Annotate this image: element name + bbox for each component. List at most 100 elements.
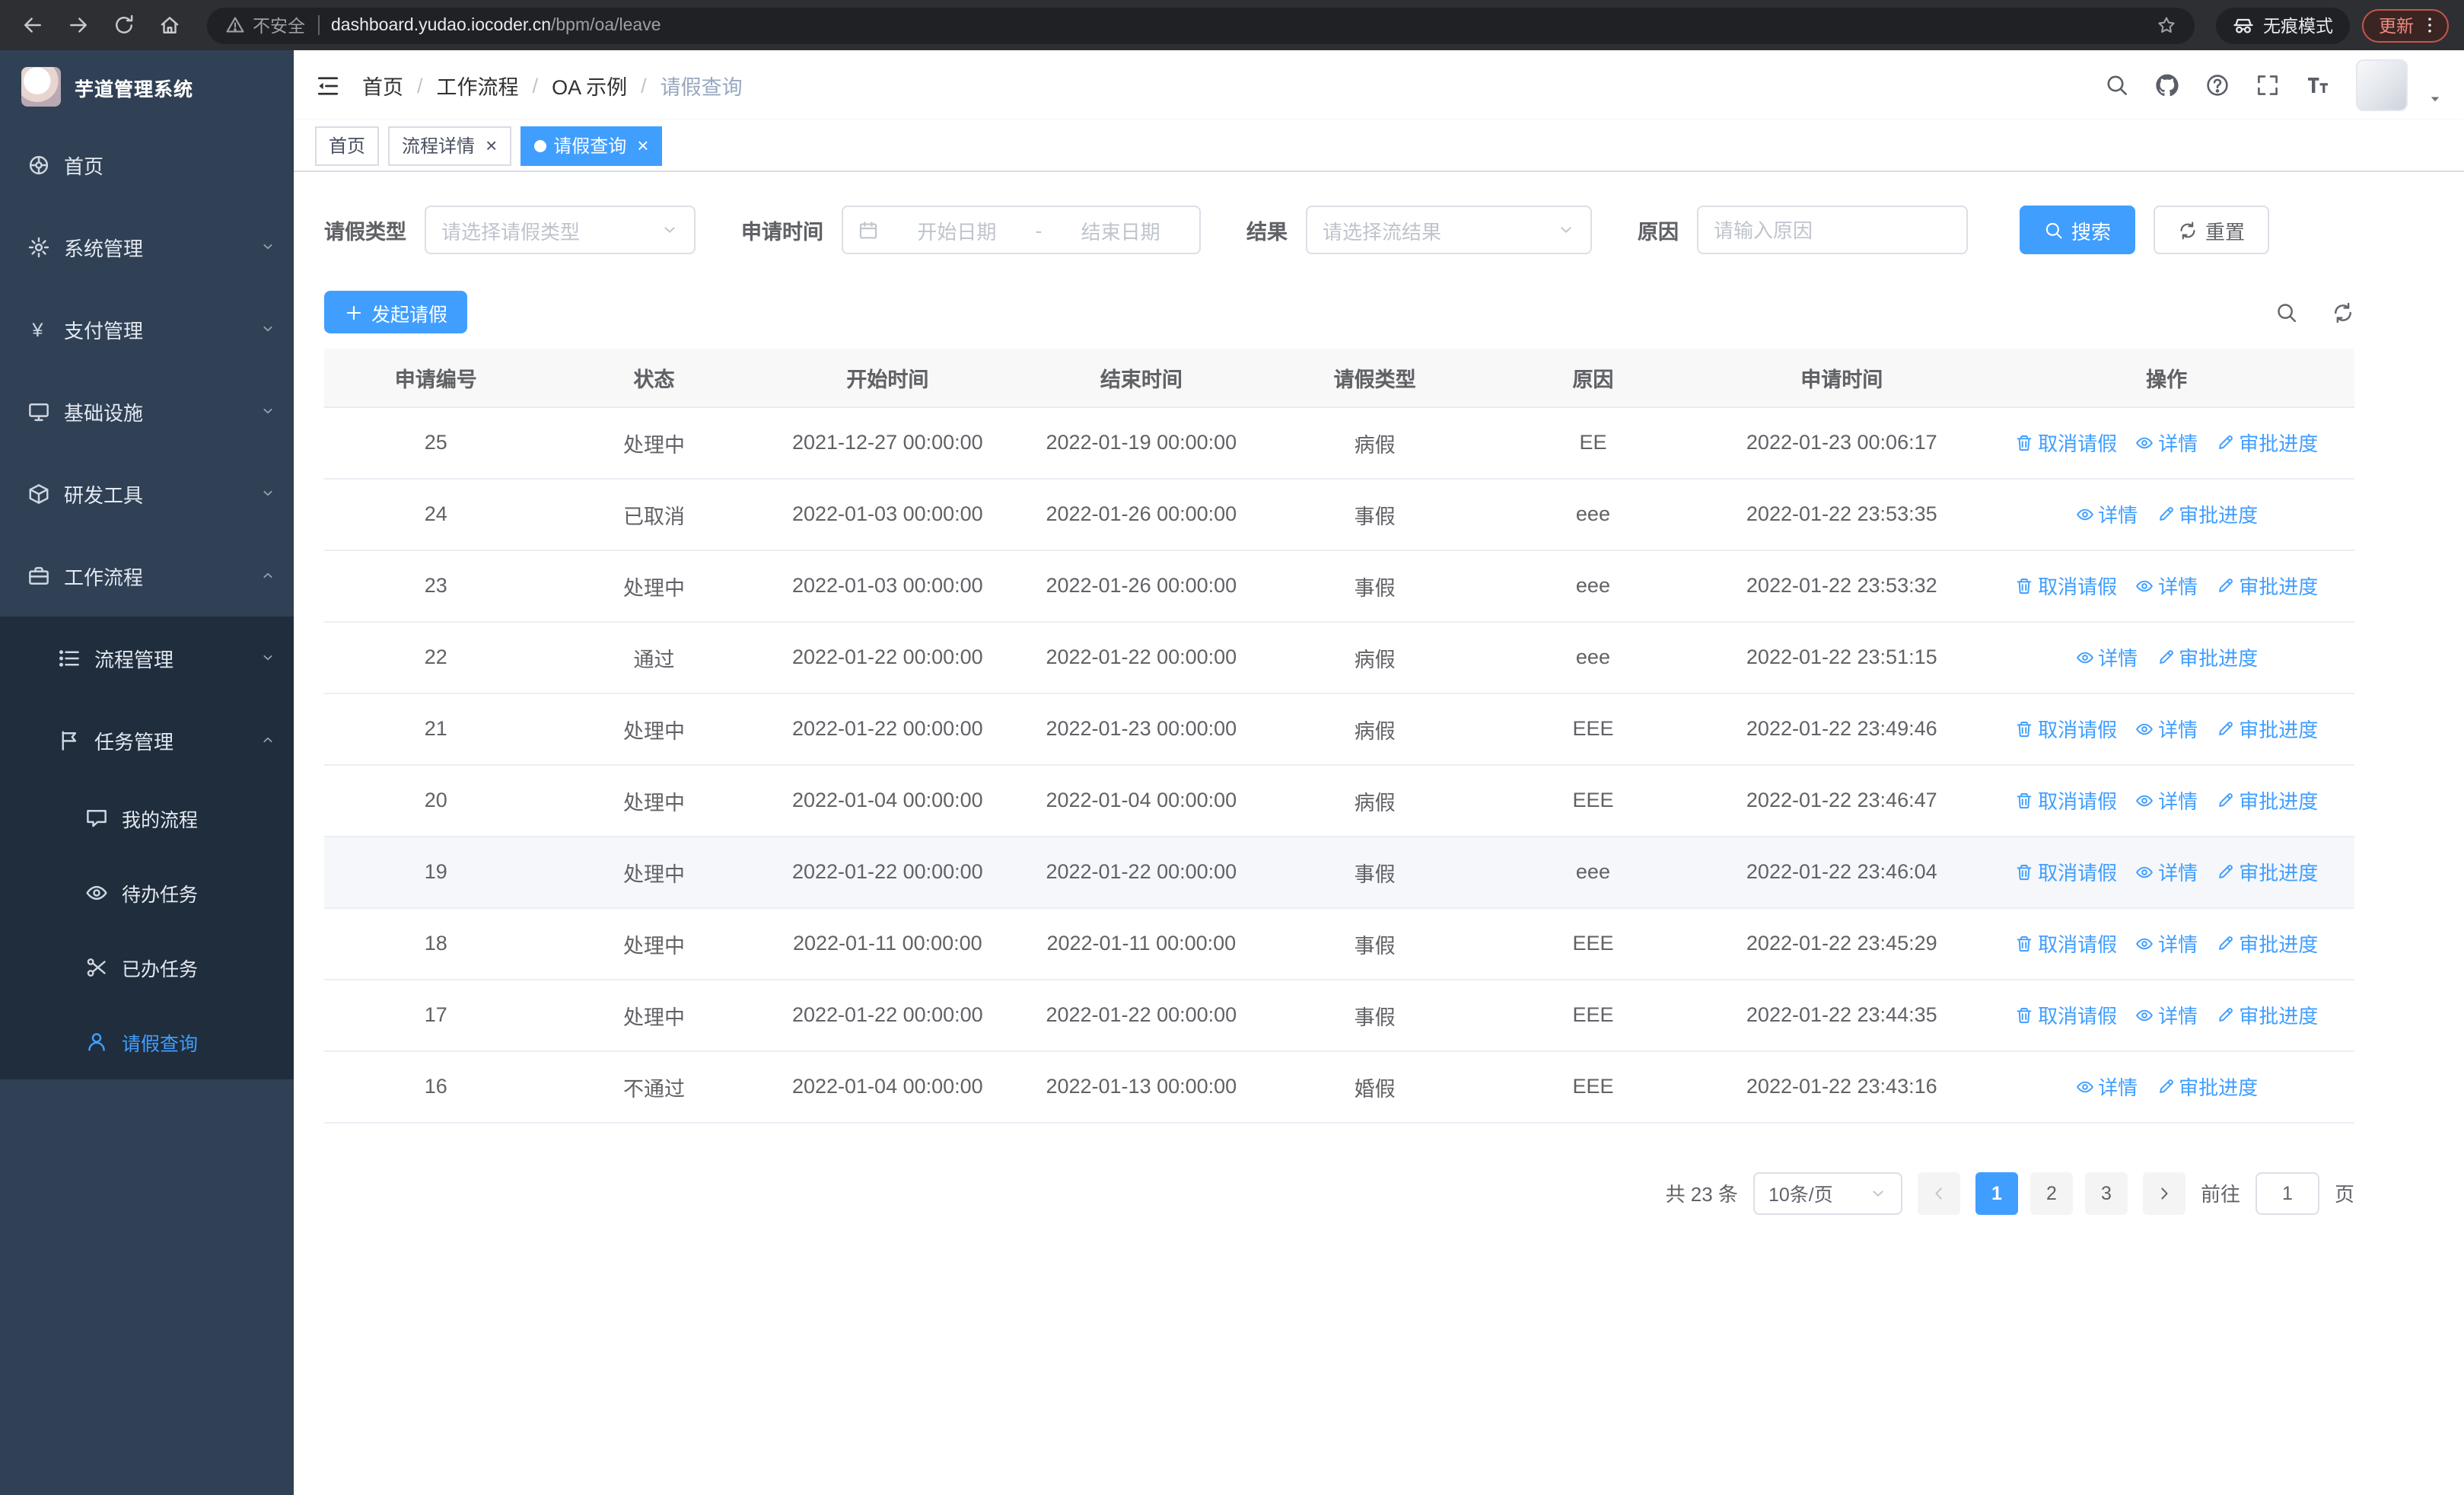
- page-1-button[interactable]: 1: [1975, 1171, 2018, 1214]
- gear-icon: [27, 235, 50, 258]
- action-detail[interactable]: 详情: [2135, 714, 2198, 743]
- action-label: 详情: [2158, 575, 2198, 598]
- sidebar-item-process-mgmt[interactable]: 流程管理: [0, 617, 294, 699]
- action-progress[interactable]: 审批进度: [2156, 1072, 2258, 1101]
- update-button[interactable]: 更新: [2362, 8, 2449, 42]
- edit-icon: [2156, 1077, 2174, 1095]
- tab-close-icon[interactable]: ×: [637, 135, 648, 155]
- user-avatar[interactable]: [2356, 59, 2408, 111]
- sidebar-item-payment[interactable]: ¥ 支付管理: [0, 288, 294, 370]
- breadcrumb-item[interactable]: 首页: [362, 70, 403, 100]
- action-progress[interactable]: 审批进度: [2156, 642, 2258, 671]
- action-detail[interactable]: 详情: [2135, 1000, 2198, 1029]
- tab-home[interactable]: 首页: [315, 126, 380, 165]
- action-label: 详情: [2158, 432, 2198, 455]
- action-cancel[interactable]: 取消请假: [2015, 1000, 2117, 1029]
- sidebar-item-todo-tasks[interactable]: 待办任务: [0, 856, 294, 930]
- apply-time-range-picker[interactable]: 开始日期 - 结束日期: [842, 206, 1201, 254]
- action-detail[interactable]: 详情: [2075, 499, 2138, 528]
- forward-icon[interactable]: [61, 8, 94, 42]
- goto-suffix: 页: [2334, 1183, 2354, 1206]
- sidebar-toggle-icon[interactable]: [315, 72, 341, 98]
- cell-actions: 取消请假 详情 审批进度: [1979, 836, 2354, 908]
- action-detail[interactable]: 详情: [2135, 786, 2198, 814]
- breadcrumb-item[interactable]: OA 示例: [552, 70, 627, 100]
- action-detail[interactable]: 详情: [2135, 571, 2198, 600]
- bookmark-star-icon[interactable]: [2157, 15, 2176, 35]
- action-progress[interactable]: 审批进度: [2216, 428, 2318, 457]
- sidebar-item-infra[interactable]: 基础设施: [0, 370, 294, 452]
- page-3-button[interactable]: 3: [2084, 1171, 2128, 1214]
- action-progress[interactable]: 审批进度: [2216, 714, 2318, 743]
- header-search-icon[interactable]: [2105, 73, 2129, 97]
- divider: [317, 15, 319, 35]
- trash-icon: [2015, 934, 2033, 952]
- page-2-button[interactable]: 2: [2029, 1171, 2073, 1214]
- apply-time-field: 申请时间 开始日期 - 结束日期: [741, 206, 1201, 254]
- action-progress[interactable]: 审批进度: [2216, 571, 2318, 600]
- caret-down-icon[interactable]: [2427, 91, 2443, 107]
- font-size-icon[interactable]: [2306, 73, 2330, 97]
- docs-icon[interactable]: [2205, 73, 2230, 97]
- sidebar-item-done-tasks[interactable]: 已办任务: [0, 930, 294, 1005]
- action-progress[interactable]: 审批进度: [2216, 786, 2318, 814]
- logo[interactable]: 芋道管理系统: [0, 50, 294, 123]
- action-detail[interactable]: 详情: [2075, 1072, 2138, 1101]
- action-cancel[interactable]: 取消请假: [2015, 428, 2117, 457]
- sidebar-item-task-mgmt[interactable]: 任务管理: [0, 699, 294, 781]
- browser-menu-icon[interactable]: [2420, 15, 2440, 35]
- reason-input[interactable]: [1697, 206, 1968, 254]
- next-page-button[interactable]: [2142, 1171, 2185, 1214]
- refresh-table-icon[interactable]: [2332, 301, 2354, 324]
- prev-page-button[interactable]: [1917, 1171, 1960, 1214]
- sidebar-item-workflow[interactable]: 工作流程: [0, 534, 294, 617]
- sidebar-item-devtools[interactable]: 研发工具: [0, 452, 294, 534]
- action-label: 审批进度: [2239, 933, 2319, 956]
- sidebar-item-label: 流程管理: [94, 648, 174, 671]
- sidebar-item-system[interactable]: 系统管理: [0, 206, 294, 288]
- action-cancel[interactable]: 取消请假: [2015, 714, 2117, 743]
- goto-page-input[interactable]: [2255, 1171, 2319, 1214]
- sidebar-item-my-process[interactable]: 我的流程: [0, 781, 294, 856]
- table-row: 17 处理中 2022-01-22 00:00:00 2022-01-22 00:00…: [324, 979, 2354, 1051]
- sidebar-item-leave-query[interactable]: 请假查询: [0, 1005, 294, 1079]
- action-progress[interactable]: 审批进度: [2156, 499, 2258, 528]
- tab-close-icon[interactable]: ×: [485, 135, 497, 155]
- action-detail[interactable]: 详情: [2075, 642, 2138, 671]
- create-leave-button[interactable]: 发起请假: [324, 291, 468, 333]
- result-field: 结果 请选择流结果: [1246, 206, 1592, 254]
- cell-status: 处理中: [547, 693, 761, 765]
- action-label: 详情: [2158, 790, 2198, 813]
- cell-apply-id: 17: [324, 979, 548, 1051]
- sidebar-item-home[interactable]: 首页: [0, 123, 294, 206]
- toggle-search-icon[interactable]: [2275, 301, 2298, 324]
- breadcrumb-item[interactable]: 工作流程: [437, 70, 519, 100]
- action-label: 取消请假: [2038, 862, 2118, 885]
- action-progress[interactable]: 审批进度: [2216, 857, 2318, 886]
- back-icon[interactable]: [15, 8, 49, 42]
- security-status[interactable]: 不安全: [225, 13, 305, 37]
- tab-process-detail[interactable]: 流程详情 ×: [388, 126, 511, 165]
- github-icon[interactable]: [2155, 73, 2179, 97]
- action-cancel[interactable]: 取消请假: [2015, 571, 2117, 600]
- reset-button[interactable]: 重置: [2154, 206, 2270, 254]
- action-detail[interactable]: 详情: [2135, 428, 2198, 457]
- action-detail[interactable]: 详情: [2135, 857, 2198, 886]
- result-select[interactable]: 请选择流结果: [1306, 206, 1592, 254]
- action-progress[interactable]: 审批进度: [2216, 929, 2318, 958]
- page-size-select[interactable]: 10条/页: [1752, 1171, 1902, 1214]
- action-cancel[interactable]: 取消请假: [2015, 929, 2117, 958]
- goto-label: 前往: [2200, 1183, 2240, 1206]
- fullscreen-icon[interactable]: [2255, 73, 2280, 97]
- action-cancel[interactable]: 取消请假: [2015, 857, 2117, 886]
- action-progress[interactable]: 审批进度: [2216, 1000, 2318, 1029]
- cell-leave-type: 病假: [1268, 621, 1482, 693]
- leave-type-select[interactable]: 请选择请假类型: [425, 206, 696, 254]
- address-bar[interactable]: 不安全 dashboard.yudao.iocoder.cn/bpm/oa/le…: [207, 7, 2195, 43]
- tab-leave-query[interactable]: 请假查询 ×: [520, 126, 663, 165]
- home-icon[interactable]: [152, 8, 186, 42]
- reload-icon[interactable]: [107, 8, 140, 42]
- action-cancel[interactable]: 取消请假: [2015, 786, 2117, 814]
- action-detail[interactable]: 详情: [2135, 929, 2198, 958]
- search-button[interactable]: 搜索: [2020, 206, 2136, 254]
